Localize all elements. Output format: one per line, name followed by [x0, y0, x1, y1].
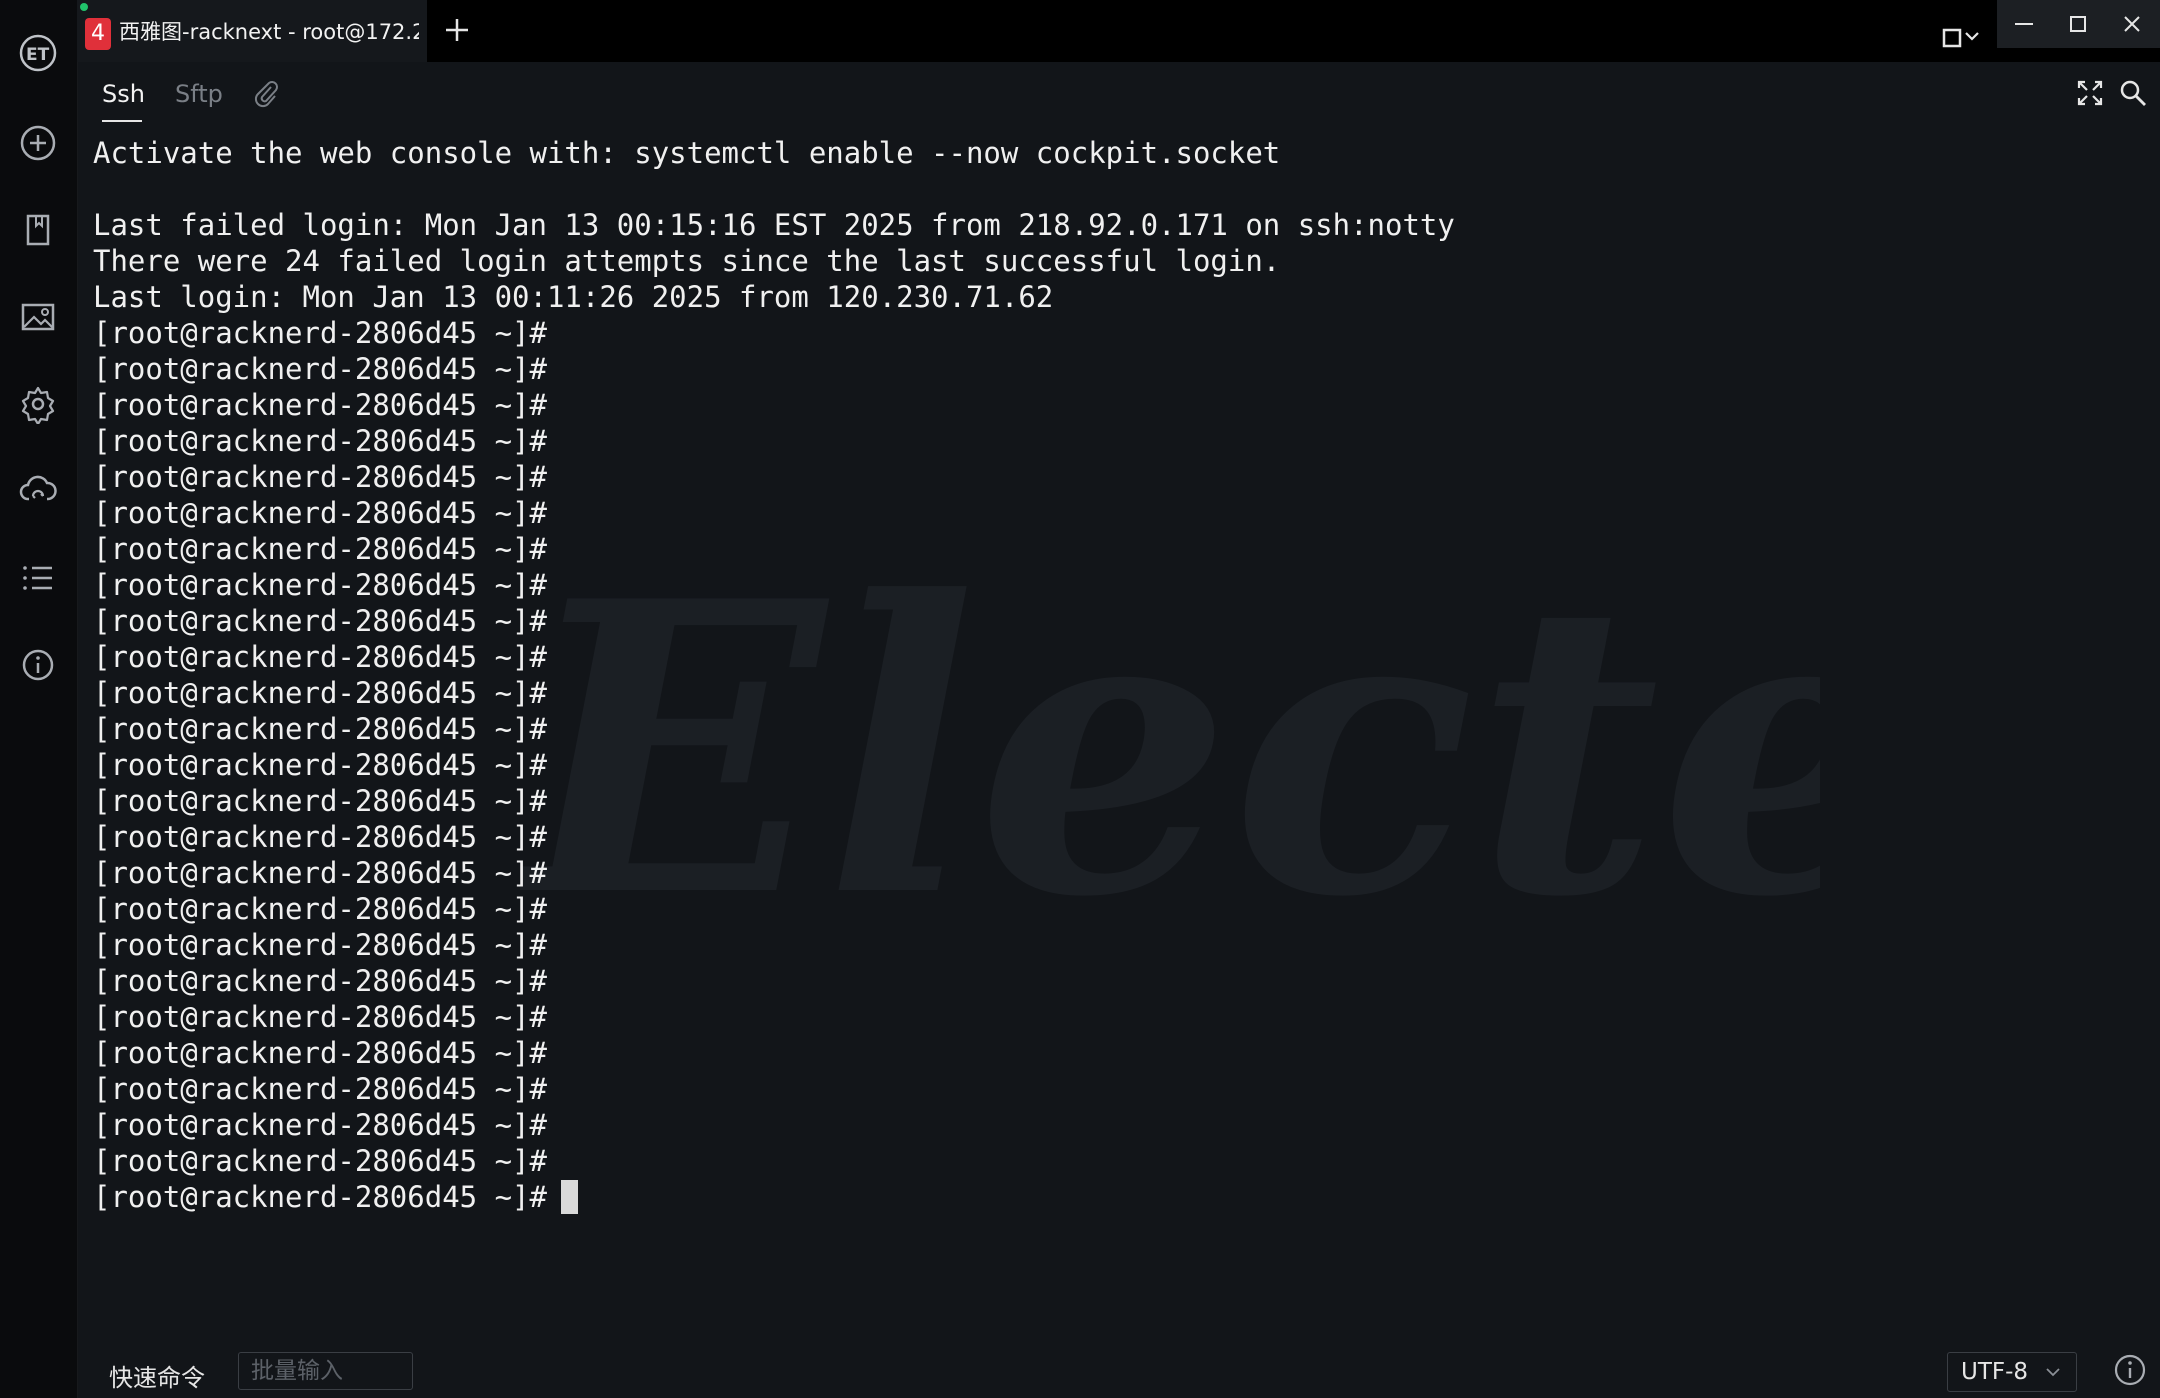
- terminal-line: [root@racknerd-2806d45 ~]#: [93, 784, 547, 818]
- picture-icon[interactable]: [13, 292, 63, 342]
- terminal-line: [root@racknerd-2806d45 ~]#: [93, 712, 547, 746]
- list-icon[interactable]: [13, 553, 63, 603]
- close-button[interactable]: [2105, 0, 2159, 48]
- terminal-prompt-line: [root@racknerd-2806d45 ~]#: [93, 1179, 2133, 1215]
- info-icon[interactable]: [2112, 1352, 2148, 1392]
- tab-index-badge: 4: [85, 18, 111, 50]
- active-tab-indicator: [102, 120, 142, 122]
- terminal-line: [root@racknerd-2806d45 ~]#: [93, 856, 547, 890]
- footer-bar: 快速命令 UTF-8: [77, 1340, 2160, 1398]
- paperclip-icon[interactable]: [254, 80, 280, 114]
- terminal-line: [root@racknerd-2806d45 ~]#: [93, 964, 547, 998]
- cloud-sync-icon[interactable]: [13, 466, 63, 516]
- tab-ssh[interactable]: Ssh: [102, 80, 145, 108]
- terminal-cursor: [560, 1180, 578, 1214]
- encoding-select[interactable]: UTF-8: [1947, 1352, 2077, 1392]
- info-icon[interactable]: [13, 640, 63, 690]
- terminal-line: [root@racknerd-2806d45 ~]#: [93, 1144, 547, 1178]
- terminal-line: [root@racknerd-2806d45 ~]#: [93, 316, 547, 350]
- connection-status-dot: [80, 3, 88, 11]
- electerm-logo-icon[interactable]: ET: [13, 28, 63, 78]
- minimize-icon: [2015, 23, 2033, 25]
- fullscreen-icon[interactable]: [2075, 78, 2105, 112]
- batch-input[interactable]: [238, 1352, 413, 1390]
- chevron-down-icon: [2046, 1368, 2060, 1377]
- layout-menu-button[interactable]: [1934, 8, 1988, 64]
- maximize-button[interactable]: [2051, 0, 2105, 48]
- terminal-line: [root@racknerd-2806d45 ~]#: [93, 496, 547, 530]
- sidebar: ET: [0, 0, 78, 1398]
- terminal-line: [root@racknerd-2806d45 ~]#: [93, 532, 547, 566]
- terminal-line: [root@racknerd-2806d45 ~]#: [93, 1072, 547, 1106]
- plus-icon: [446, 19, 468, 41]
- terminal-line: [root@racknerd-2806d45 ~]#: [93, 928, 547, 962]
- layout-square-icon: [1942, 28, 1979, 48]
- plus-circle-icon[interactable]: [13, 118, 63, 168]
- bookmark-icon[interactable]: [13, 205, 63, 255]
- gear-icon[interactable]: [13, 379, 63, 429]
- terminal-line: [root@racknerd-2806d45 ~]#: [93, 604, 547, 638]
- terminal-line: Last login: Mon Jan 13 00:11:26 2025 fro…: [93, 280, 1054, 314]
- encoding-value: UTF-8: [1961, 1359, 2029, 1385]
- terminal-output[interactable]: Activate the web console with: systemctl…: [93, 135, 2133, 1235]
- close-icon: [2124, 16, 2140, 32]
- title-bar: 4 西雅图-racknext - root@172.2...: [77, 0, 2160, 62]
- terminal-line: Last failed login: Mon Jan 13 00:15:16 E…: [93, 208, 1455, 242]
- terminal-line: [root@racknerd-2806d45 ~]#: [93, 460, 547, 494]
- terminal-prompt: [root@racknerd-2806d45 ~]#: [93, 1180, 547, 1214]
- search-icon[interactable]: [2118, 78, 2148, 112]
- terminal-line: [root@racknerd-2806d45 ~]#: [93, 748, 547, 782]
- quick-command-label[interactable]: 快速命令: [109, 1358, 205, 1393]
- terminal-line: [root@racknerd-2806d45 ~]#: [93, 424, 547, 458]
- maximize-icon: [2070, 16, 2086, 32]
- new-tab-button[interactable]: [437, 10, 477, 50]
- terminal-line: There were 24 failed login attempts sinc…: [93, 244, 1281, 278]
- session-subtabs: Ssh Sftp: [77, 62, 2160, 122]
- terminal-line: [root@racknerd-2806d45 ~]#: [93, 568, 547, 602]
- tab-sftp[interactable]: Sftp: [175, 80, 223, 108]
- terminal-line: [root@racknerd-2806d45 ~]#: [93, 640, 547, 674]
- terminal-line: [root@racknerd-2806d45 ~]#: [93, 1000, 547, 1034]
- terminal-line: [root@racknerd-2806d45 ~]#: [93, 1108, 547, 1142]
- terminal-line: [root@racknerd-2806d45 ~]#: [93, 352, 547, 386]
- terminal-line: [root@racknerd-2806d45 ~]#: [93, 1036, 547, 1070]
- svg-text:ET: ET: [26, 45, 50, 65]
- minimize-button[interactable]: [1997, 0, 2051, 48]
- tab-title[interactable]: 西雅图-racknext - root@172.2...: [119, 14, 419, 50]
- terminal-line: [root@racknerd-2806d45 ~]#: [93, 892, 547, 926]
- terminal-line: [root@racknerd-2806d45 ~]#: [93, 676, 547, 710]
- terminal-line: [root@racknerd-2806d45 ~]#: [93, 388, 547, 422]
- terminal-line: Activate the web console with: systemctl…: [93, 136, 1281, 170]
- terminal-line: [root@racknerd-2806d45 ~]#: [93, 820, 547, 854]
- tab-session[interactable]: 4 西雅图-racknext - root@172.2...: [77, 0, 427, 62]
